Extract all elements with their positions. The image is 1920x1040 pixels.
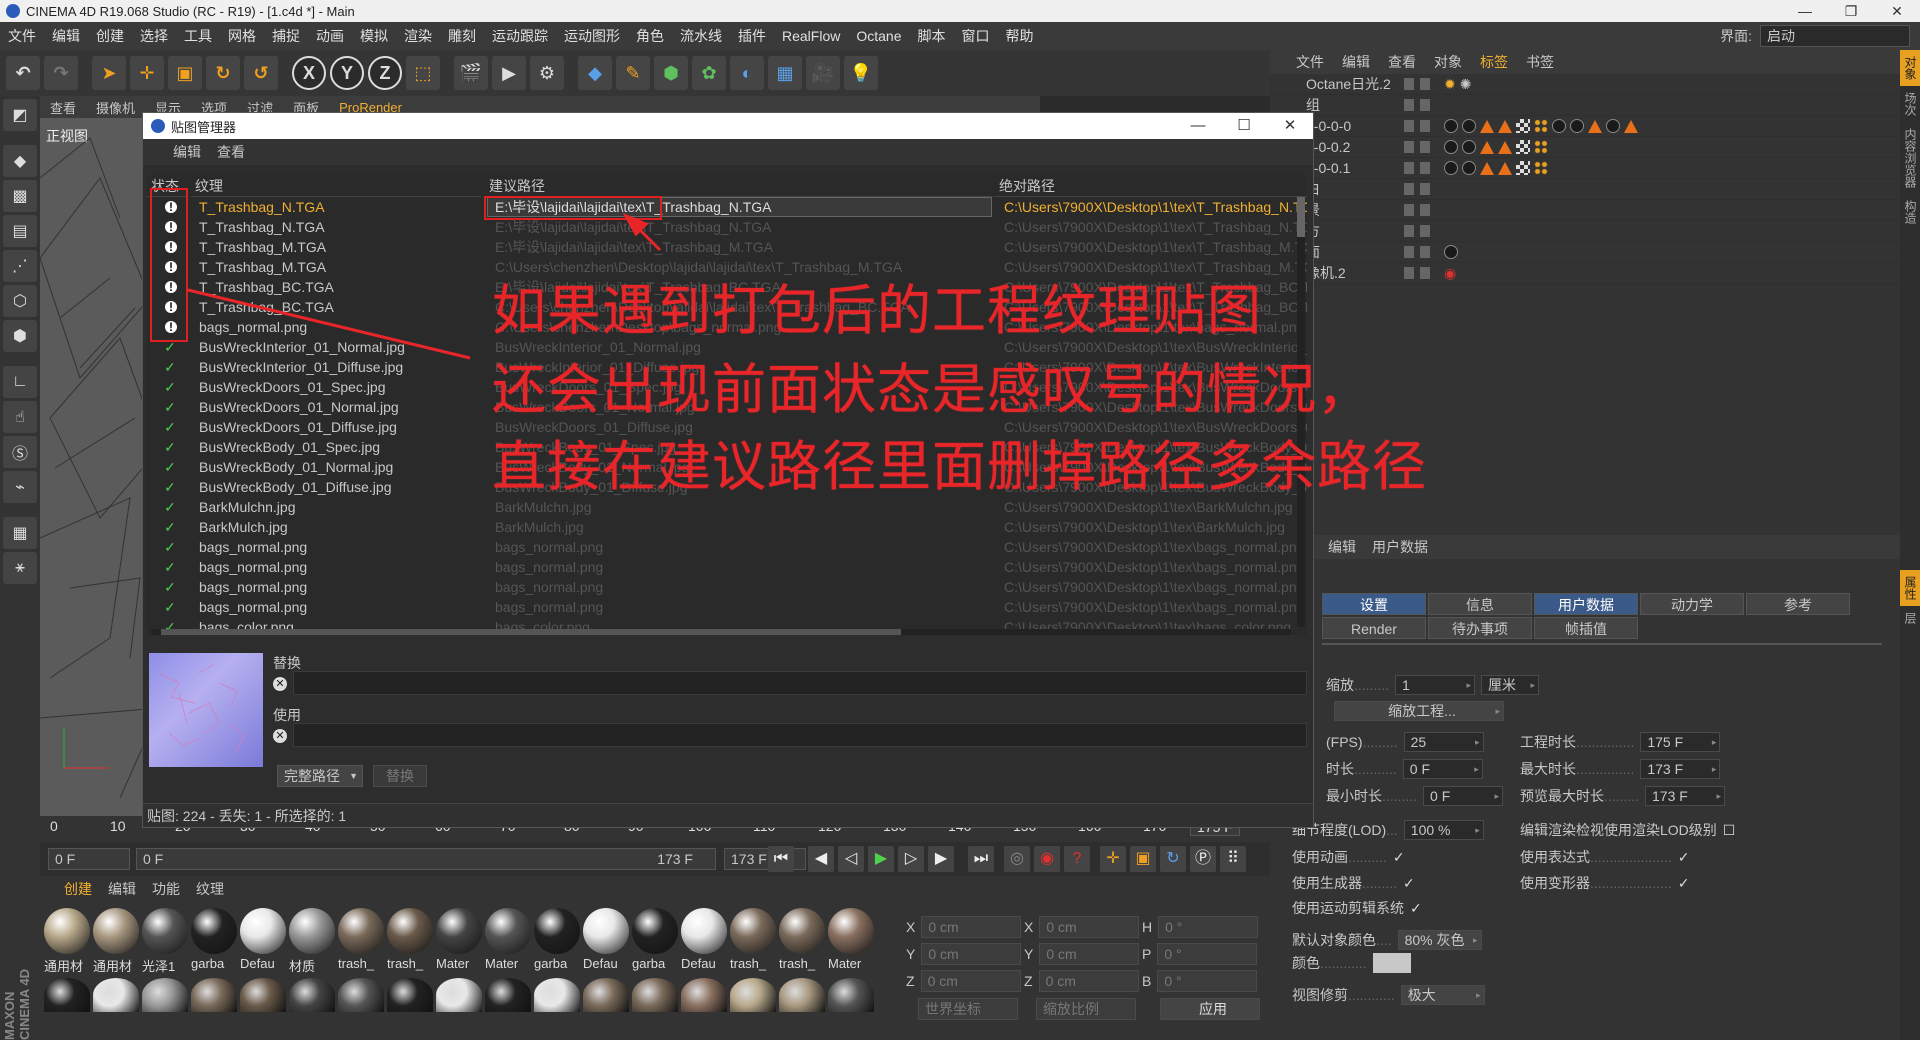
- annotation-arrows: [187, 213, 662, 360]
- annotation-line-1: 如果遇到打包后的工程纹理贴图: [492, 279, 1262, 342]
- annotation-line-2: 还会出现前面状态是感叹号的情况，: [492, 358, 1372, 421]
- annotation-line-3: 直接在建议路径里面删掉路径多余路径: [492, 435, 1427, 498]
